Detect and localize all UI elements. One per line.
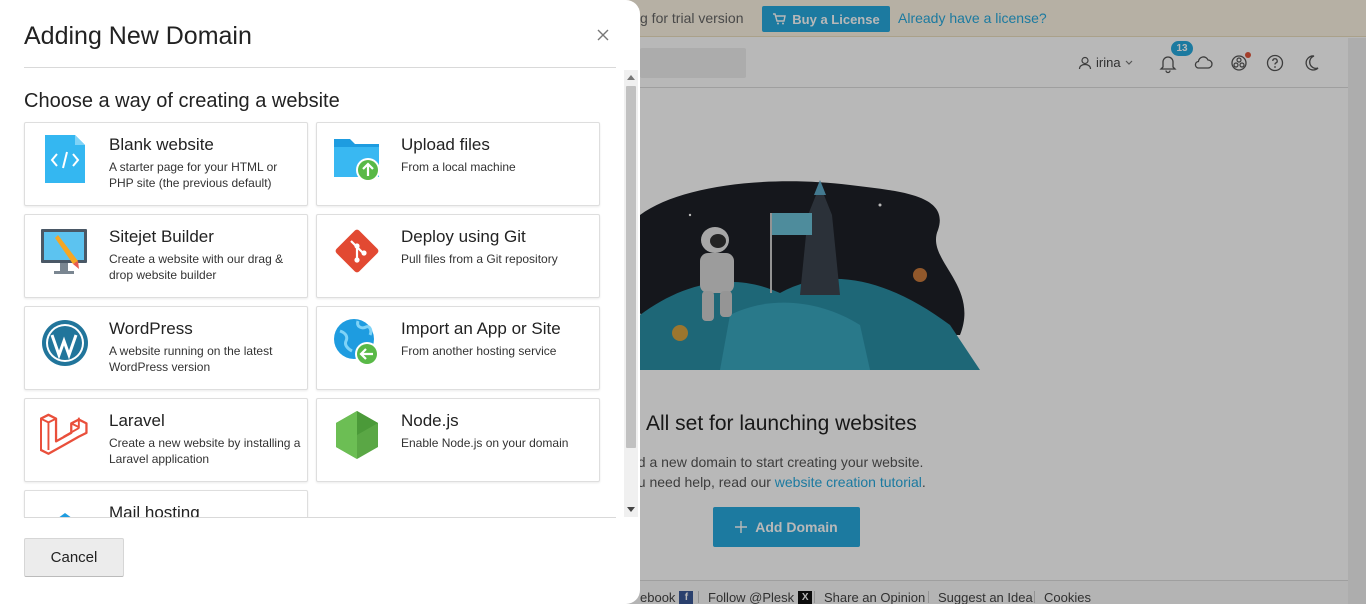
option-card-upload-files[interactable]: Upload files From a local machine [316, 122, 600, 206]
dialog-title: Adding New Domain [24, 22, 252, 50]
option-card-deploy-git[interactable]: Deploy using Git Pull files from a Git r… [316, 214, 600, 298]
close-icon[interactable] [594, 26, 612, 44]
option-card-wordpress[interactable]: WordPress A website running on the lates… [24, 306, 308, 390]
option-title: Laravel [109, 411, 165, 430]
cancel-button[interactable]: Cancel [24, 538, 124, 577]
scroll-down-arrow-icon[interactable] [627, 507, 635, 512]
option-description: From a local machine [401, 160, 516, 174]
option-title: WordPress [109, 319, 193, 338]
globe-import-icon [334, 319, 379, 366]
laravel-icon [40, 413, 88, 455]
option-title: Node.js [401, 411, 459, 430]
option-description: A website running on the latest WordPres… [109, 344, 273, 374]
nodejs-icon [336, 411, 378, 459]
scrollbar-thumb[interactable] [626, 86, 636, 448]
option-card-import-app[interactable]: Import an App or Site From another hosti… [316, 306, 600, 390]
option-title: Upload files [401, 135, 490, 154]
option-card-nodejs[interactable]: Node.js Enable Node.js on your domain [316, 398, 600, 482]
code-file-icon [45, 135, 85, 183]
git-icon [335, 229, 379, 273]
section-title: Choose a way of creating a website [24, 90, 340, 112]
option-title: Blank website [109, 135, 214, 154]
option-card-sitejet-builder[interactable]: Sitejet Builder Create a website with ou… [24, 214, 308, 298]
option-title: Import an App or Site [401, 319, 561, 338]
option-description: A starter page for your HTML or PHP site… [109, 160, 278, 190]
dialog-footer-divider [24, 517, 616, 518]
option-description: Create a website with our drag & drop we… [109, 252, 284, 282]
option-card-blank-website[interactable]: Blank website A starter page for your HT… [24, 122, 308, 206]
option-description: Pull files from a Git repository [401, 252, 558, 266]
option-title: Deploy using Git [401, 227, 526, 246]
option-title: Sitejet Builder [109, 227, 214, 246]
option-card-mail-hosting[interactable]: Mail hosting [24, 490, 308, 517]
adding-domain-dialog: Adding New Domain Choose a way of creati… [0, 0, 640, 604]
option-title: Mail hosting [109, 503, 200, 517]
wordpress-icon [42, 320, 88, 366]
folder-upload-icon [334, 139, 380, 182]
option-description: Enable Node.js on your domain [401, 436, 569, 450]
option-card-laravel[interactable]: Laravel Create a new website by installi… [24, 398, 308, 482]
scroll-up-arrow-icon[interactable] [627, 75, 635, 80]
monitor-pencil-icon [41, 229, 87, 274]
dialog-body: Choose a way of creating a website Blank… [0, 68, 624, 517]
option-description: Create a new website by installing a Lar… [109, 436, 301, 466]
mail-icon [59, 513, 71, 517]
dialog-scrollbar[interactable] [624, 70, 638, 517]
option-description: From another hosting service [401, 344, 557, 358]
